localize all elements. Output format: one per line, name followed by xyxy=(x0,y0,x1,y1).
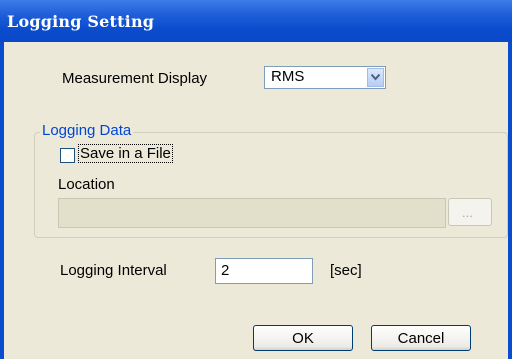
measurement-display-select[interactable]: RMS xyxy=(264,66,386,89)
logging-data-group-title: Logging Data xyxy=(40,122,134,139)
save-in-file-checkbox[interactable] xyxy=(60,148,75,163)
measurement-display-label: Measurement Display xyxy=(62,70,208,87)
location-label: Location xyxy=(58,176,115,193)
window-frame-right xyxy=(508,42,512,359)
dropdown-button[interactable] xyxy=(367,68,384,87)
cancel-button-label: Cancel xyxy=(397,330,445,347)
browse-button[interactable]: ... xyxy=(448,198,492,226)
save-in-file-label[interactable]: Save in a File xyxy=(78,144,173,163)
logging-interval-input[interactable]: 2 xyxy=(215,258,313,284)
interval-unit-label: [sec] xyxy=(330,262,362,279)
cancel-button[interactable]: Cancel xyxy=(371,325,471,351)
location-field[interactable] xyxy=(58,198,446,228)
chevron-down-icon xyxy=(371,74,380,81)
window-title: Logging Setting xyxy=(7,12,155,31)
browse-button-label: ... xyxy=(462,205,473,220)
title-bar[interactable]: Logging Setting xyxy=(0,0,512,42)
logging-interval-value: 2 xyxy=(221,262,230,279)
ok-button[interactable]: OK xyxy=(253,325,353,351)
dialog-body: Measurement Display RMS Logging Data Sav… xyxy=(4,42,508,359)
measurement-display-value: RMS xyxy=(271,68,305,85)
logging-setting-dialog: Logging Setting Measurement Display RMS … xyxy=(0,0,512,359)
logging-interval-label: Logging Interval xyxy=(60,262,167,279)
ok-button-label: OK xyxy=(292,330,314,347)
